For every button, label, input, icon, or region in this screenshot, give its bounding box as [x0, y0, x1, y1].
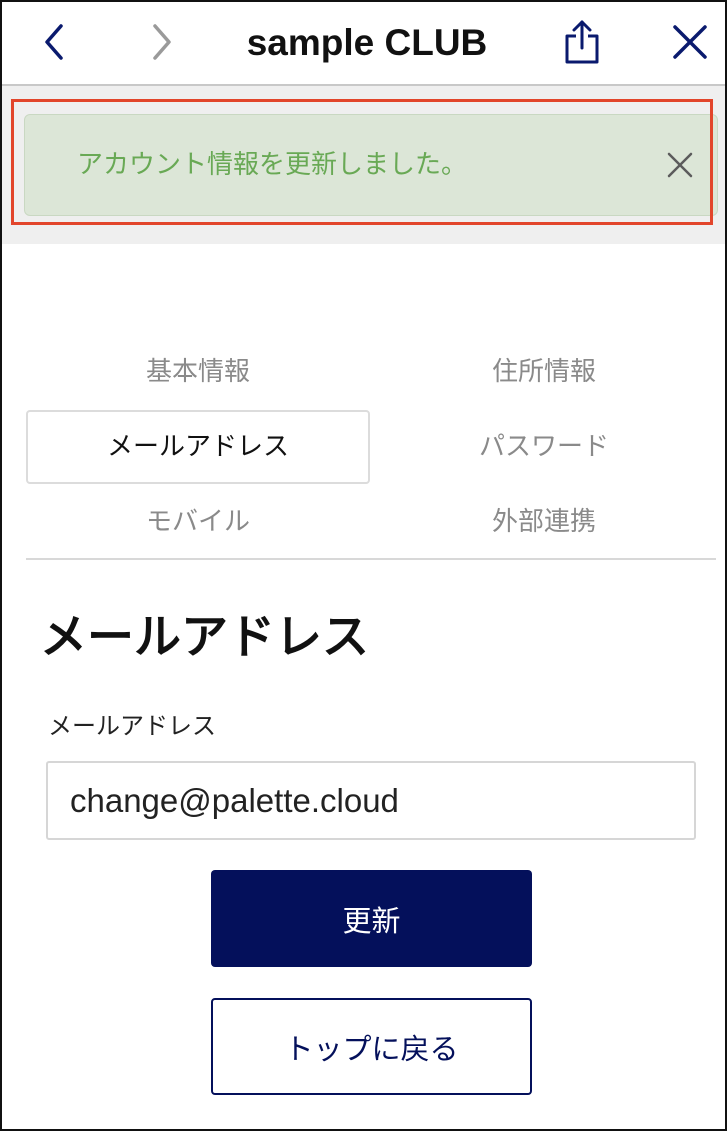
tab-mobile[interactable]: モバイル [26, 485, 370, 559]
notification-area: アカウント情報を更新しました。 [2, 86, 725, 244]
close-icon [673, 25, 707, 59]
account-tabs: 基本情報 住所情報 メールアドレス パスワード モバイル 外部連携 [26, 335, 716, 561]
tabs-divider [26, 558, 716, 560]
email-field-label: メールアドレス [48, 712, 216, 740]
email-field[interactable] [46, 761, 696, 840]
app-frame: sample CLUB アカウント情報を更新しました。 基本情報 住所情報 メー… [0, 0, 727, 1131]
tab-password[interactable]: パスワード [372, 410, 716, 484]
highlight-frame [11, 99, 713, 225]
top-navigation-bar: sample CLUB [2, 2, 725, 86]
tab-email-address[interactable]: メールアドレス [26, 410, 370, 484]
share-button[interactable] [556, 16, 608, 68]
tab-external-link[interactable]: 外部連携 [372, 485, 716, 559]
forward-button[interactable] [136, 16, 188, 68]
back-button[interactable] [28, 16, 80, 68]
chevron-left-icon [45, 24, 63, 60]
tab-basic-info[interactable]: 基本情報 [26, 335, 370, 409]
update-button[interactable]: 更新 [211, 870, 532, 967]
share-icon [565, 20, 599, 64]
tab-address-info[interactable]: 住所情報 [372, 335, 716, 409]
chevron-right-icon [153, 24, 171, 60]
app-title: sample CLUB [246, 22, 488, 63]
close-button[interactable] [664, 16, 716, 68]
section-title: メールアドレス [40, 610, 369, 665]
back-to-top-button[interactable]: トップに戻る [211, 998, 532, 1095]
